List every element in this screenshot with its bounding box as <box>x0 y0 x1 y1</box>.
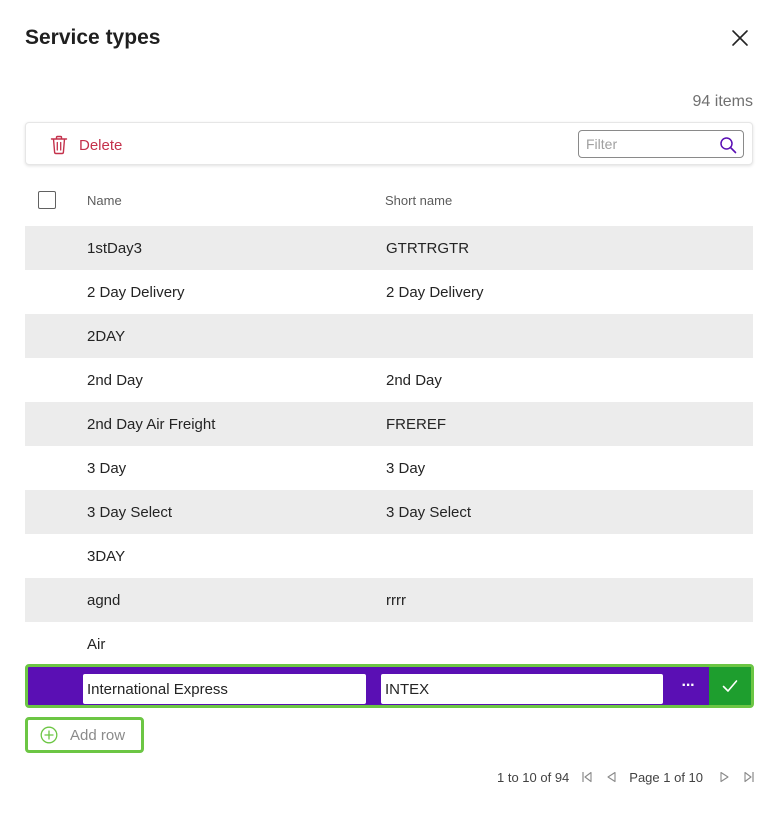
pagination-page-text: Page 1 of 10 <box>629 769 704 785</box>
next-page-icon[interactable] <box>719 771 731 783</box>
table-row[interactable]: 3 Day Select 3 Day Select <box>25 490 753 534</box>
cell-name: 2nd Day <box>87 372 143 389</box>
cell-short-name: GTRTRGTR <box>386 240 470 257</box>
cell-short-name: 2 Day Delivery <box>386 284 484 301</box>
table-row[interactable]: agnd rrrr <box>25 578 753 622</box>
table-header: Name Short name <box>25 182 753 218</box>
cell-name: agnd <box>87 592 121 609</box>
table-row[interactable]: 3 Day 3 Day <box>25 446 753 490</box>
close-icon <box>732 30 748 46</box>
table-row[interactable]: 2 Day Delivery 2 Day Delivery <box>25 270 753 314</box>
edit-short-name-input[interactable] <box>381 674 663 704</box>
select-all-checkbox[interactable] <box>38 191 56 209</box>
cell-short-name: FREREF <box>386 416 446 433</box>
last-page-icon[interactable] <box>743 771 755 783</box>
cell-short-name: 3 Day Select <box>386 504 472 521</box>
table-row[interactable]: 2DAY <box>25 314 753 358</box>
cell-name: 2 Day Delivery <box>87 284 185 301</box>
table-row[interactable]: 1stDay3 GTRTRGTR <box>25 226 753 270</box>
pagination-range: 1 to 10 of 94 <box>497 769 570 785</box>
search-icon[interactable] <box>719 136 737 154</box>
edit-row: ··· <box>25 664 754 708</box>
filter-input[interactable] <box>579 131 709 157</box>
column-header-name[interactable]: Name <box>87 193 122 208</box>
toolbar: Delete <box>25 122 753 165</box>
add-row-label: Add row <box>70 726 126 744</box>
cell-short-name: 3 Day <box>386 460 426 477</box>
close-button[interactable] <box>726 24 754 52</box>
table-row[interactable]: Air <box>25 622 753 666</box>
more-options-button[interactable]: ··· <box>674 673 702 703</box>
edit-name-input[interactable] <box>83 674 366 704</box>
table-row[interactable]: 2nd Day Air Freight FREREF <box>25 402 753 446</box>
table-row[interactable]: 2nd Day 2nd Day <box>25 358 753 402</box>
plus-circle-icon <box>40 726 58 744</box>
first-page-icon[interactable] <box>581 771 593 783</box>
cell-name: 3 Day <box>87 460 127 477</box>
trash-icon <box>50 135 68 155</box>
checkmark-icon <box>722 680 738 692</box>
add-row-button[interactable]: Add row <box>25 717 144 753</box>
item-count: 94 items <box>692 93 753 110</box>
cell-name: 3DAY <box>87 548 126 565</box>
previous-page-icon[interactable] <box>605 771 617 783</box>
page-title: Service types <box>25 26 161 49</box>
pagination: 1 to 10 of 94 Page 1 of 10 <box>497 768 755 786</box>
column-header-short-name[interactable]: Short name <box>385 193 452 208</box>
delete-label: Delete <box>79 136 123 154</box>
confirm-button[interactable] <box>709 667 751 705</box>
delete-button[interactable]: Delete <box>50 133 122 157</box>
cell-name: 1stDay3 <box>87 240 143 257</box>
table-row[interactable]: 3DAY <box>25 534 753 578</box>
cell-name: Air <box>87 636 106 653</box>
cell-short-name: 2nd Day <box>386 372 442 389</box>
cell-name: 3 Day Select <box>87 504 173 521</box>
table-body: 1stDay3 GTRTRGTR 2 Day Delivery 2 Day De… <box>25 226 753 666</box>
cell-name: 2nd Day Air Freight <box>87 416 216 433</box>
filter-box <box>578 130 744 158</box>
cell-name: 2DAY <box>87 328 126 345</box>
cell-short-name: rrrr <box>386 592 406 609</box>
